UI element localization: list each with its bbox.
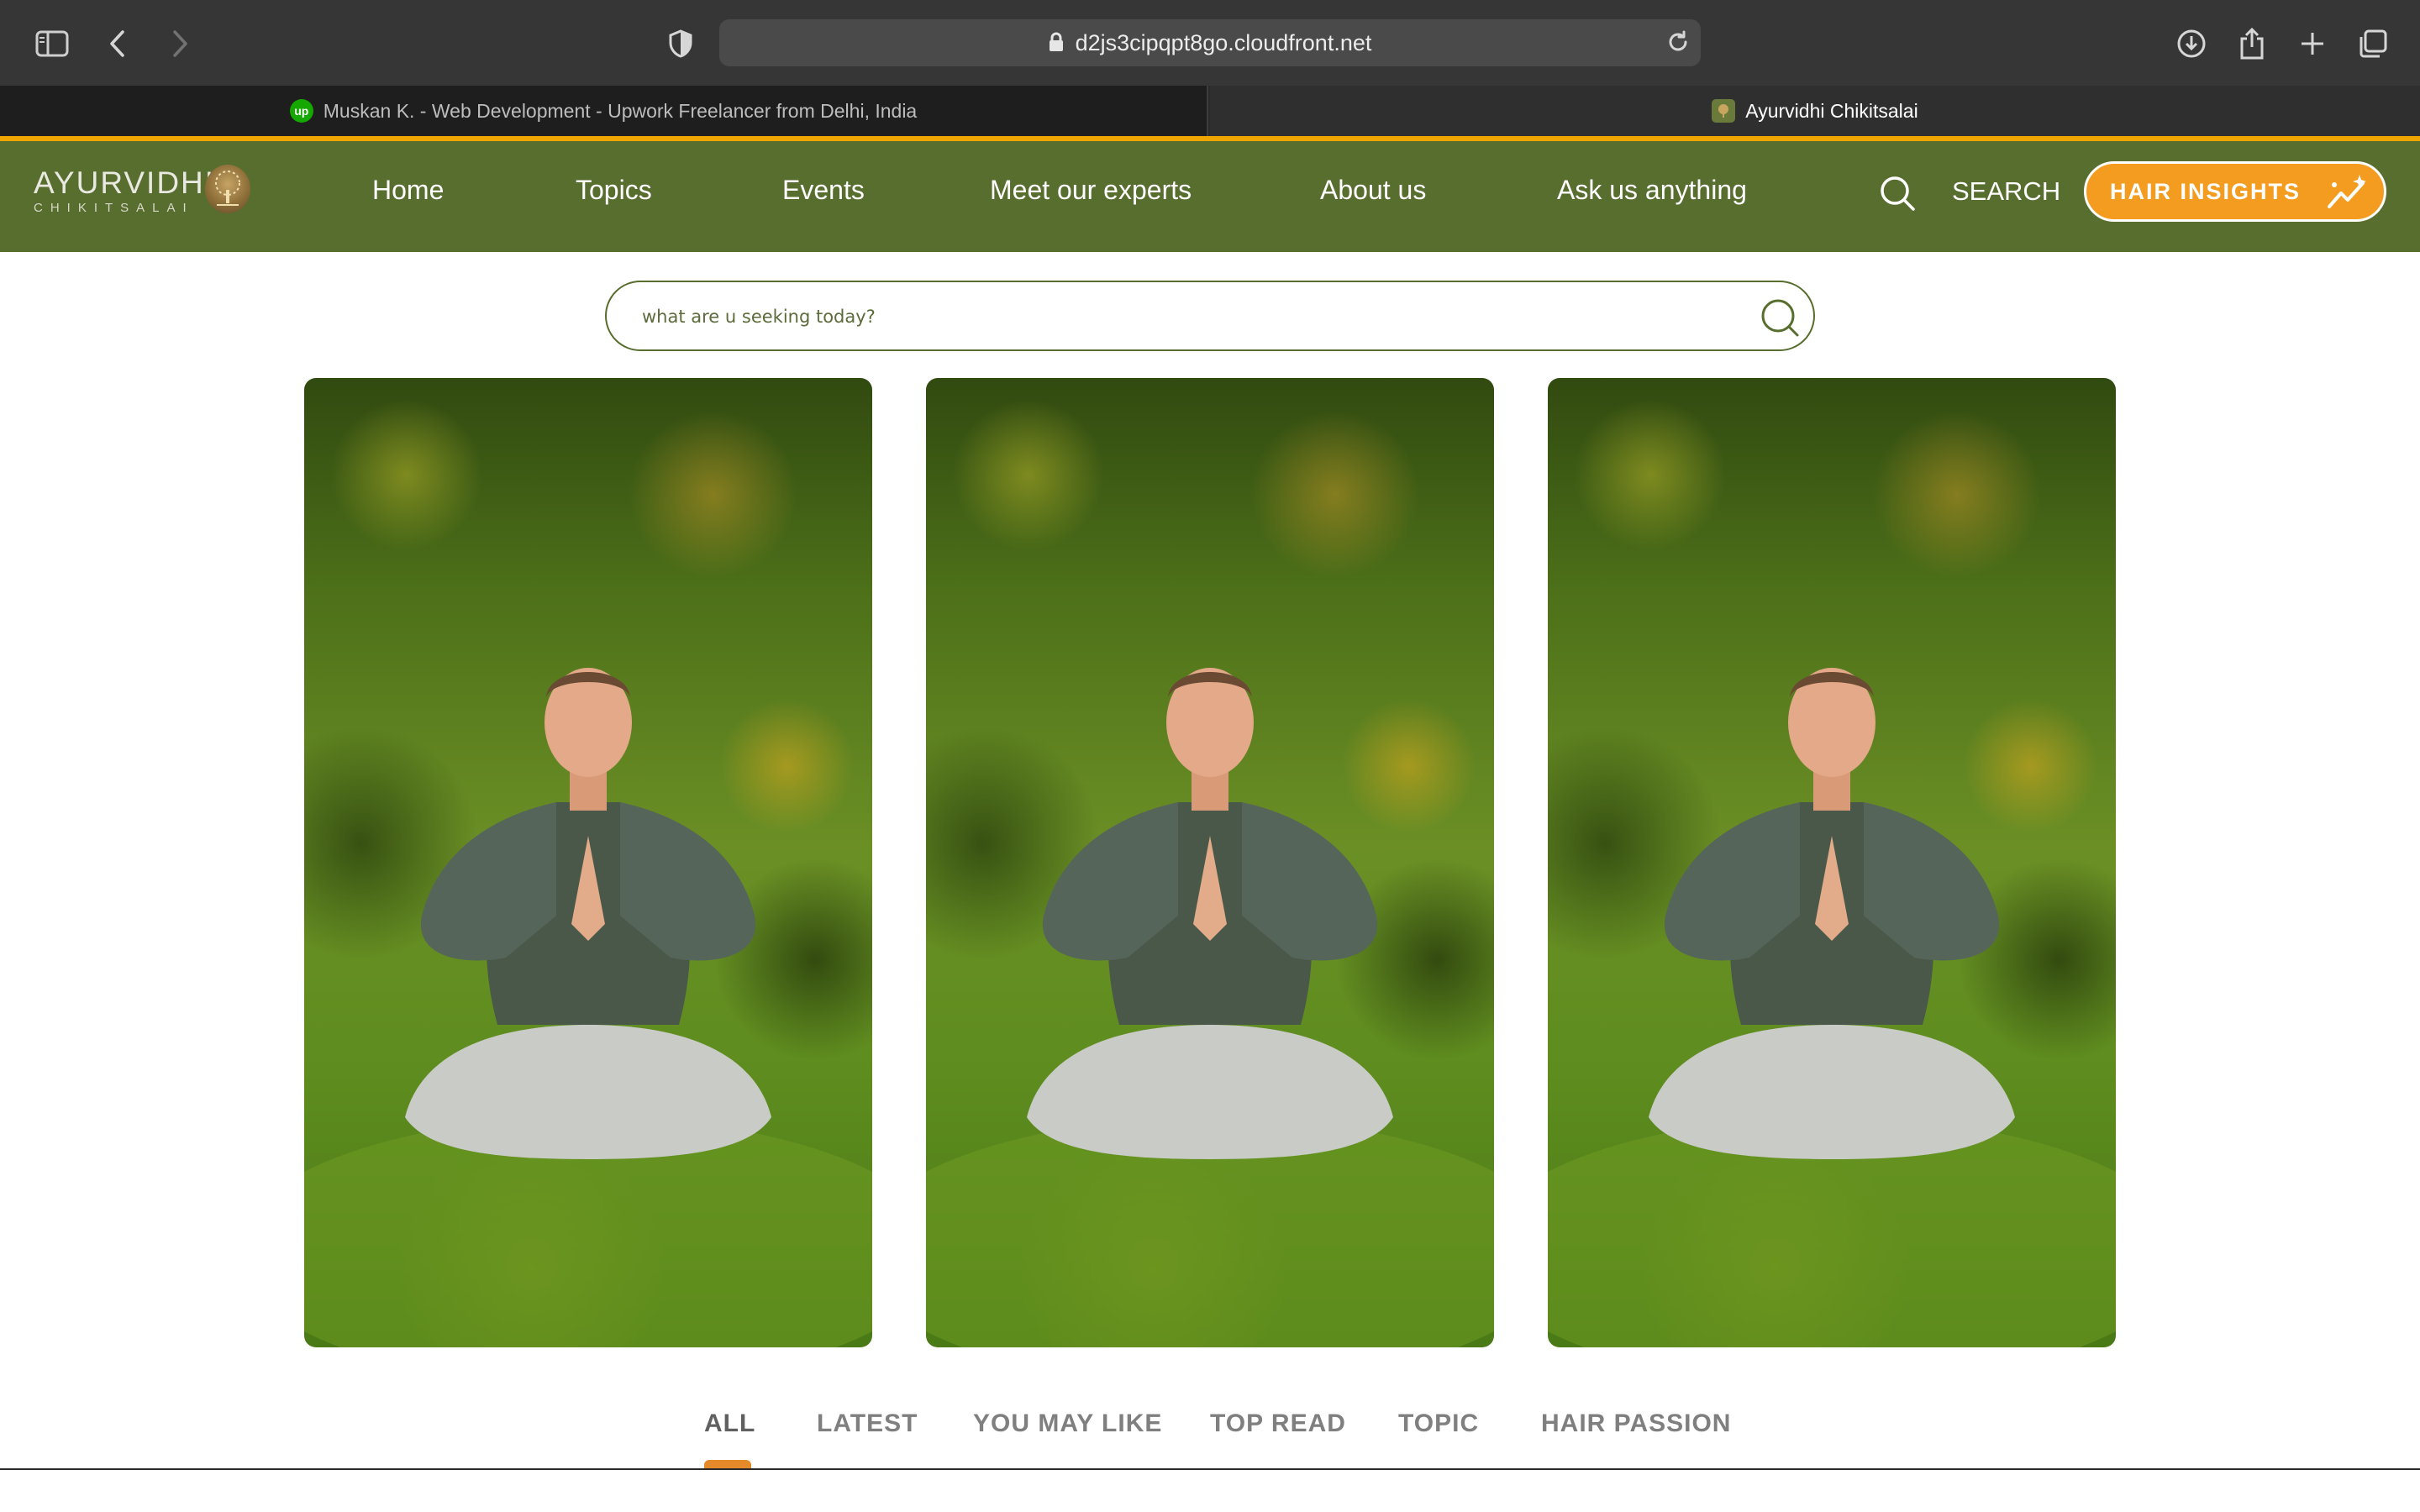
seek-search-bar (605, 281, 1815, 351)
search-submit-icon[interactable] (1760, 297, 1800, 338)
article-card-3[interactable] (1548, 378, 2116, 1347)
url-text: d2js3cipqpt8go.cloudfront.net (1075, 30, 1372, 55)
search-icon[interactable] (1879, 175, 1916, 212)
filter-tab-you-may-like[interactable]: YOU MAY LIKE (973, 1403, 1162, 1445)
sidebar-toggle-icon[interactable] (32, 25, 72, 62)
nav-home[interactable]: Home (372, 163, 444, 217)
meditation-photo (1548, 668, 2116, 1347)
tab-ayurvidhi[interactable]: Ayurvidhi Chikitsalai (1210, 86, 2420, 136)
share-icon[interactable] (2235, 25, 2269, 62)
hair-insights-button[interactable]: HAIR INSIGHTS (2084, 161, 2386, 222)
address-bar-text: d2js3cipqpt8go.cloudfront.net (719, 19, 1701, 66)
lock-icon (1049, 21, 1064, 68)
sparkle-trend-icon (2328, 175, 2367, 208)
hair-insights-label: HAIR INSIGHTS (2110, 178, 2302, 204)
privacy-shield-icon[interactable] (666, 25, 696, 62)
tab-upwork[interactable]: up Muskan K. - Web Development - Upwork … (0, 86, 1208, 136)
tree-logo-icon[interactable] (205, 165, 250, 213)
ayurvidhi-favicon-icon (1712, 99, 1736, 123)
downloads-icon[interactable] (2175, 25, 2208, 62)
meditation-photo (926, 668, 1494, 1347)
nav-search-button[interactable]: SEARCH (1952, 165, 2060, 218)
article-card-2[interactable] (926, 378, 1494, 1347)
filter-tab-topic[interactable]: TOPIC (1398, 1403, 1479, 1445)
nav-events[interactable]: Events (782, 163, 865, 217)
filter-tab-all[interactable]: ALL (704, 1403, 755, 1445)
upwork-favicon-icon: up (289, 99, 313, 123)
article-card-1[interactable] (304, 378, 872, 1347)
tab-title: Muskan K. - Web Development - Upwork Fre… (323, 99, 918, 122)
nav-ask-us-anything[interactable]: Ask us anything (1557, 163, 1747, 217)
back-icon[interactable] (103, 25, 133, 62)
forward-icon[interactable] (165, 25, 195, 62)
new-tab-icon[interactable] (2296, 25, 2329, 62)
browser-toolbar: d2js3cipqpt8go.cloudfront.net (0, 0, 2420, 86)
address-bar[interactable]: d2js3cipqpt8go.cloudfront.net (719, 19, 1701, 66)
nav-about-us[interactable]: About us (1320, 163, 1426, 217)
site-header: AYURVIDHI CHIKITSALAI Home Topics Events… (0, 141, 2420, 252)
nav-meet-our-experts[interactable]: Meet our experts (990, 163, 1192, 217)
bottom-divider (0, 1468, 2420, 1470)
tab-title: Ayurvidhi Chikitsalai (1745, 99, 1918, 122)
tab-overview-icon[interactable] (2356, 25, 2390, 62)
filter-tabs: ALL LATEST YOU MAY LIKE TOP READ TOPIC H… (0, 1403, 2420, 1453)
meditation-photo (304, 668, 872, 1347)
logo-main-text: AYURVIDHI (34, 165, 216, 200)
filter-tab-hair-passion[interactable]: HAIR PASSION (1541, 1403, 1731, 1445)
filter-tab-latest[interactable]: LATEST (817, 1403, 918, 1445)
nav-topics[interactable]: Topics (576, 163, 652, 217)
search-input[interactable] (640, 297, 1733, 336)
logo-sub-text: CHIKITSALAI (34, 201, 194, 215)
reload-icon[interactable] (1665, 29, 1692, 56)
site-logo[interactable]: AYURVIDHI CHIKITSALAI (34, 166, 215, 217)
filter-tab-top-read[interactable]: TOP READ (1210, 1403, 1346, 1445)
